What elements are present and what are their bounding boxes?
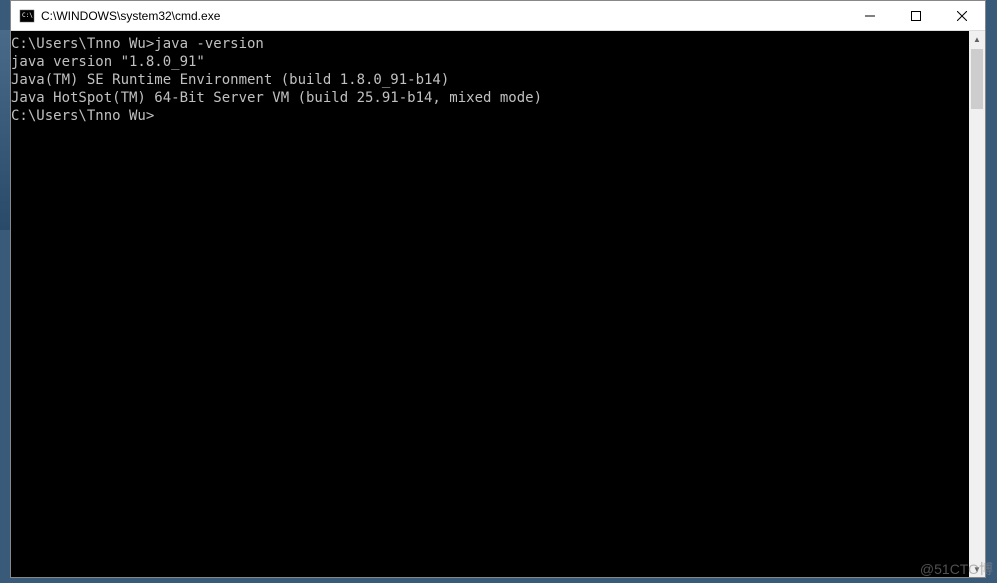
minimize-button[interactable] [847,1,893,30]
cmd-icon: C:\ [19,8,35,24]
svg-text:C:\: C:\ [22,12,33,19]
terminal-area: C:\Users\Tnno Wu>java -versionjava versi… [11,31,985,577]
terminal-line: Java(TM) SE Runtime Environment (build 1… [11,71,969,89]
titlebar[interactable]: C:\ C:\WINDOWS\system32\cmd.exe [11,1,985,31]
close-button[interactable] [939,1,985,30]
terminal-line: java version "1.8.0_91" [11,53,969,71]
window-title: C:\WINDOWS\system32\cmd.exe [41,9,847,23]
maximize-button[interactable] [893,1,939,30]
scroll-up-icon[interactable]: ▲ [969,31,985,47]
terminal-line: C:\Users\Tnno Wu>java -version [11,35,969,53]
terminal-output[interactable]: C:\Users\Tnno Wu>java -versionjava versi… [11,31,969,577]
watermark-text: @51CTO博 [920,559,993,579]
scrollbar[interactable]: ▲ ▼ [969,31,985,577]
cmd-window: C:\ C:\WINDOWS\system32\cmd.exe C:\Users… [10,0,986,578]
scroll-thumb[interactable] [971,49,983,109]
window-controls [847,1,985,30]
background-strip [0,30,10,230]
terminal-line: Java HotSpot(TM) 64-Bit Server VM (build… [11,89,969,107]
terminal-line: C:\Users\Tnno Wu> [11,107,969,125]
